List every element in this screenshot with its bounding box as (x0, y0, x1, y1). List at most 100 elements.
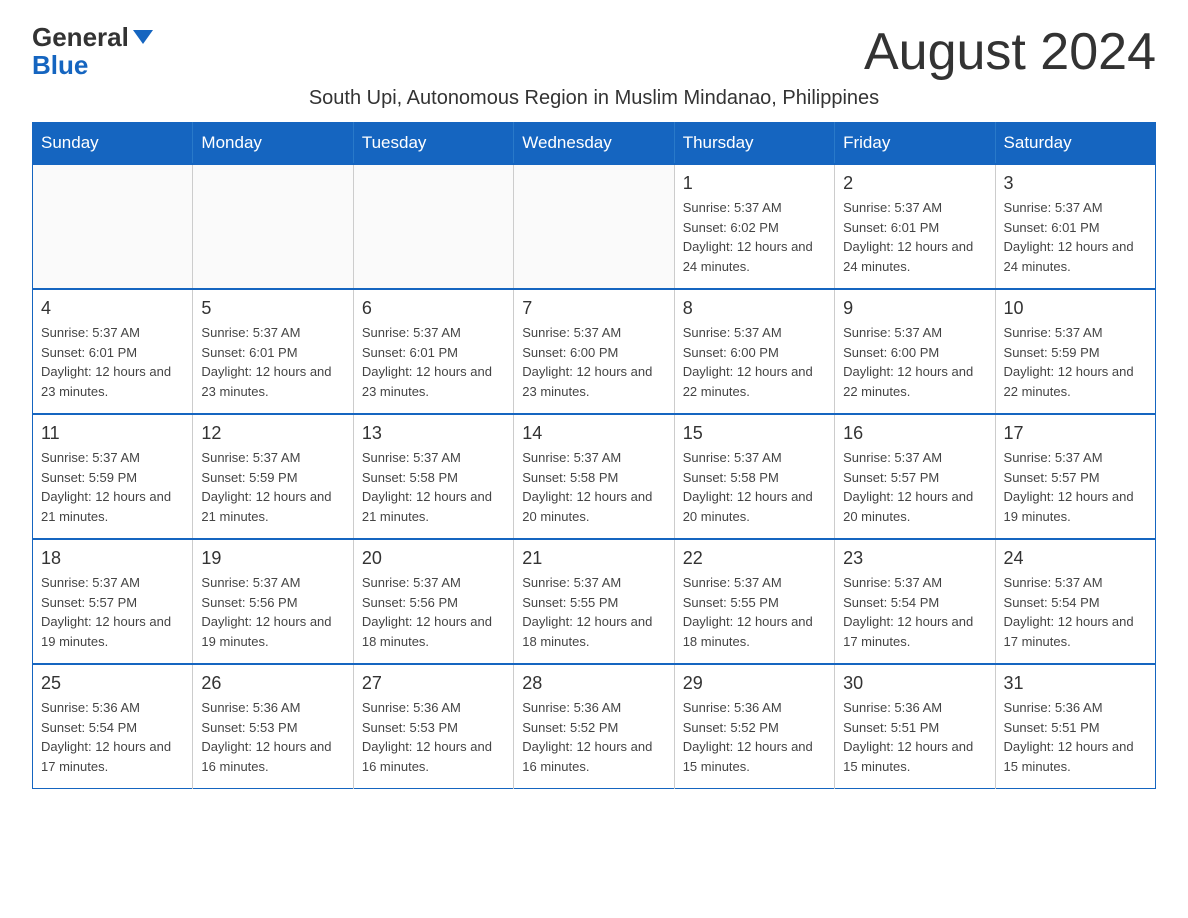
day-info: Sunrise: 5:36 AMSunset: 5:52 PMDaylight:… (683, 698, 826, 776)
day-number: 10 (1004, 298, 1147, 319)
calendar-cell: 6Sunrise: 5:37 AMSunset: 6:01 PMDaylight… (353, 289, 513, 414)
day-of-week-header: Friday (835, 123, 995, 165)
calendar-cell: 27 Sunrise: 5:36 AMSunset: 5:53 PMDayligh… (353, 664, 513, 789)
calendar-cell (193, 164, 353, 289)
day-info: Sunrise: 5:37 AMSunset: 5:55 PMDaylight:… (683, 573, 826, 651)
calendar-cell: 5 Sunrise: 5:37 AMSunset: 6:01 PMDaylight… (193, 289, 353, 414)
day-info: Sunrise: 5:37 AMSunset: 5:54 PMDaylight:… (1004, 573, 1147, 651)
day-number: 18 (41, 548, 184, 569)
calendar-week-row: 18 Sunrise: 5:37 AMSunset: 5:57 PMDayligh… (33, 539, 1156, 664)
calendar-cell: 29Sunrise: 5:36 AMSunset: 5:52 PMDayligh… (674, 664, 834, 789)
day-number: 4 (41, 298, 184, 319)
calendar-cell: 26Sunrise: 5:36 AMSunset: 5:53 PMDayligh… (193, 664, 353, 789)
day-info: Sunrise: 5:37 AMSunset: 6:00 PMDaylight:… (843, 323, 986, 401)
calendar-cell: 28 Sunrise: 5:36 AMSunset: 5:52 PMDayligh… (514, 664, 674, 789)
calendar-cell: 24 Sunrise: 5:37 AMSunset: 5:54 PMDayligh… (995, 539, 1155, 664)
day-number: 6 (362, 298, 505, 319)
calendar-cell: 2Sunrise: 5:37 AMSunset: 6:01 PMDaylight… (835, 164, 995, 289)
day-number: 27 (362, 673, 505, 694)
day-number: 9 (843, 298, 986, 319)
day-number: 17 (1004, 423, 1147, 444)
calendar-cell: 10 Sunrise: 5:37 AMSunset: 5:59 PMDayligh… (995, 289, 1155, 414)
day-of-week-header: Tuesday (353, 123, 513, 165)
day-info: Sunrise: 5:37 AMSunset: 5:57 PMDaylight:… (1004, 448, 1147, 526)
logo: General Blue (32, 24, 153, 78)
calendar-cell: 31Sunrise: 5:36 AMSunset: 5:51 PMDayligh… (995, 664, 1155, 789)
calendar-cell: 18 Sunrise: 5:37 AMSunset: 5:57 PMDayligh… (33, 539, 193, 664)
day-number: 19 (201, 548, 344, 569)
day-info: Sunrise: 5:37 AMSunset: 6:02 PMDaylight:… (683, 198, 826, 276)
day-number: 8 (683, 298, 826, 319)
day-info: Sunrise: 5:36 AMSunset: 5:53 PMDaylight:… (201, 698, 344, 776)
day-info: Sunrise: 5:36 AMSunset: 5:53 PMDaylight:… (362, 698, 505, 776)
day-info: Sunrise: 5:37 AMSunset: 5:58 PMDaylight:… (362, 448, 505, 526)
day-info: Sunrise: 5:37 AMSunset: 6:00 PMDaylight:… (683, 323, 826, 401)
day-info: Sunrise: 5:36 AMSunset: 5:52 PMDaylight:… (522, 698, 665, 776)
calendar-header-row: SundayMondayTuesdayWednesdayThursdayFrid… (33, 123, 1156, 165)
day-info: Sunrise: 5:37 AMSunset: 5:57 PMDaylight:… (843, 448, 986, 526)
day-number: 3 (1004, 173, 1147, 194)
day-number: 11 (41, 423, 184, 444)
day-info: Sunrise: 5:37 AMSunset: 6:00 PMDaylight:… (522, 323, 665, 401)
calendar-cell (514, 164, 674, 289)
calendar-week-row: 1 Sunrise: 5:37 AMSunset: 6:02 PMDaylight… (33, 164, 1156, 289)
day-info: Sunrise: 5:37 AMSunset: 5:58 PMDaylight:… (522, 448, 665, 526)
day-number: 21 (522, 548, 665, 569)
day-number: 25 (41, 673, 184, 694)
day-info: Sunrise: 5:37 AMSunset: 5:55 PMDaylight:… (522, 573, 665, 651)
day-number: 20 (362, 548, 505, 569)
day-of-week-header: Thursday (674, 123, 834, 165)
logo-bottom: Blue (32, 52, 88, 78)
day-number: 22 (683, 548, 826, 569)
calendar-cell: 8 Sunrise: 5:37 AMSunset: 6:00 PMDaylight… (674, 289, 834, 414)
calendar-week-row: 4 Sunrise: 5:37 AMSunset: 6:01 PMDaylight… (33, 289, 1156, 414)
calendar-cell (33, 164, 193, 289)
day-number: 24 (1004, 548, 1147, 569)
calendar-cell: 13 Sunrise: 5:37 AMSunset: 5:58 PMDayligh… (353, 414, 513, 539)
day-info: Sunrise: 5:37 AMSunset: 5:54 PMDaylight:… (843, 573, 986, 651)
day-number: 16 (843, 423, 986, 444)
calendar-week-row: 11 Sunrise: 5:37 AMSunset: 5:59 PMDayligh… (33, 414, 1156, 539)
day-info: Sunrise: 5:37 AMSunset: 5:57 PMDaylight:… (41, 573, 184, 651)
calendar-cell: 15 Sunrise: 5:37 AMSunset: 5:58 PMDayligh… (674, 414, 834, 539)
calendar-cell: 3 Sunrise: 5:37 AMSunset: 6:01 PMDaylight… (995, 164, 1155, 289)
day-info: Sunrise: 5:36 AMSunset: 5:54 PMDaylight:… (41, 698, 184, 776)
day-of-week-header: Wednesday (514, 123, 674, 165)
day-info: Sunrise: 5:37 AMSunset: 5:59 PMDaylight:… (201, 448, 344, 526)
calendar-cell: 17 Sunrise: 5:37 AMSunset: 5:57 PMDayligh… (995, 414, 1155, 539)
calendar-cell: 7Sunrise: 5:37 AMSunset: 6:00 PMDaylight… (514, 289, 674, 414)
logo-top: General (32, 24, 153, 50)
calendar-cell: 30Sunrise: 5:36 AMSunset: 5:51 PMDayligh… (835, 664, 995, 789)
day-number: 13 (362, 423, 505, 444)
calendar-cell: 20 Sunrise: 5:37 AMSunset: 5:56 PMDayligh… (353, 539, 513, 664)
day-number: 28 (522, 673, 665, 694)
day-info: Sunrise: 5:37 AMSunset: 6:01 PMDaylight:… (201, 323, 344, 401)
calendar-cell: 25 Sunrise: 5:36 AMSunset: 5:54 PMDayligh… (33, 664, 193, 789)
day-info: Sunrise: 5:37 AMSunset: 5:58 PMDaylight:… (683, 448, 826, 526)
day-number: 23 (843, 548, 986, 569)
calendar-cell: 14 Sunrise: 5:37 AMSunset: 5:58 PMDayligh… (514, 414, 674, 539)
day-info: Sunrise: 5:36 AMSunset: 5:51 PMDaylight:… (1004, 698, 1147, 776)
subtitle: South Upi, Autonomous Region in Muslim M… (32, 87, 1156, 110)
day-number: 1 (683, 173, 826, 194)
page-title: August 2024 (864, 24, 1156, 81)
day-number: 14 (522, 423, 665, 444)
day-info: Sunrise: 5:37 AMSunset: 5:59 PMDaylight:… (1004, 323, 1147, 401)
day-number: 5 (201, 298, 344, 319)
calendar-cell: 9 Sunrise: 5:37 AMSunset: 6:00 PMDaylight… (835, 289, 995, 414)
logo-triangle-icon (133, 30, 153, 44)
day-number: 15 (683, 423, 826, 444)
calendar: SundayMondayTuesdayWednesdayThursdayFrid… (32, 122, 1156, 789)
calendar-week-row: 25 Sunrise: 5:36 AMSunset: 5:54 PMDayligh… (33, 664, 1156, 789)
calendar-cell: 12 Sunrise: 5:37 AMSunset: 5:59 PMDayligh… (193, 414, 353, 539)
day-info: Sunrise: 5:37 AMSunset: 5:56 PMDaylight:… (362, 573, 505, 651)
day-number: 30 (843, 673, 986, 694)
calendar-cell: 19Sunrise: 5:37 AMSunset: 5:56 PMDayligh… (193, 539, 353, 664)
day-info: Sunrise: 5:37 AMSunset: 6:01 PMDaylight:… (843, 198, 986, 276)
day-number: 12 (201, 423, 344, 444)
day-info: Sunrise: 5:37 AMSunset: 6:01 PMDaylight:… (1004, 198, 1147, 276)
day-info: Sunrise: 5:37 AMSunset: 5:59 PMDaylight:… (41, 448, 184, 526)
calendar-cell: 23 Sunrise: 5:37 AMSunset: 5:54 PMDayligh… (835, 539, 995, 664)
calendar-cell (353, 164, 513, 289)
day-info: Sunrise: 5:37 AMSunset: 6:01 PMDaylight:… (41, 323, 184, 401)
